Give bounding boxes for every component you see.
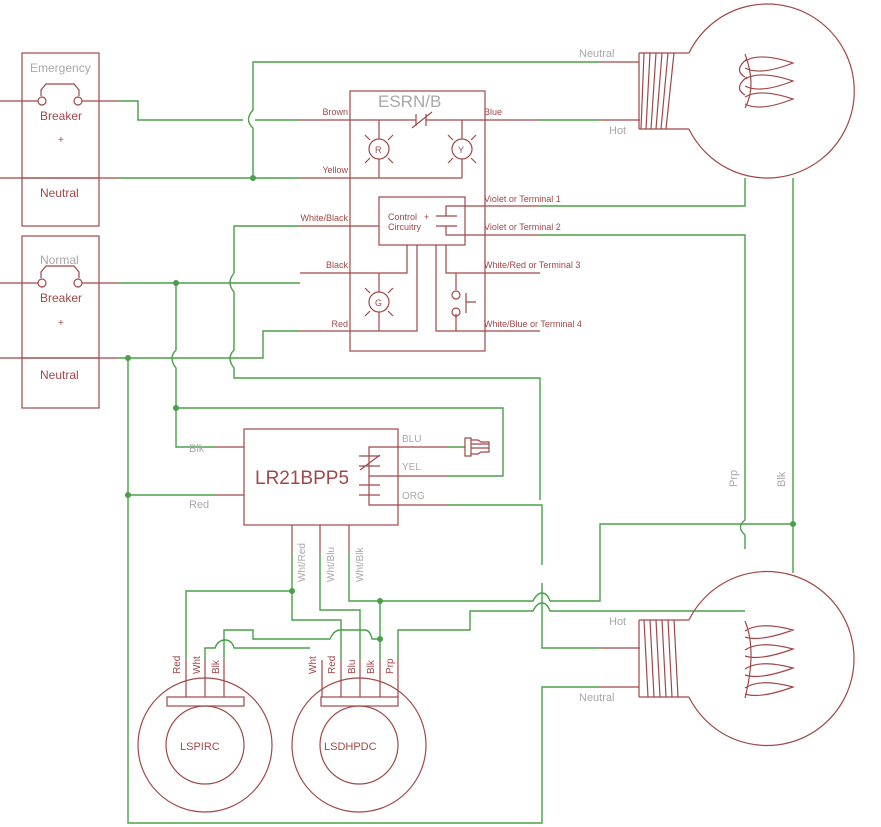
svg-text:+: + xyxy=(58,135,64,146)
svg-text:YEL: YEL xyxy=(402,462,421,473)
wire-prp-to-lamp xyxy=(397,602,745,660)
terminal-icon xyxy=(37,96,47,106)
wire-org xyxy=(448,504,600,649)
normal-breaker: Normal Breaker + Neutral xyxy=(0,235,118,409)
lead-label: Yellow xyxy=(322,165,348,175)
terminal-icon xyxy=(73,96,83,106)
lead-label: White/Blue or Terminal 4 xyxy=(484,319,582,329)
svg-text:+: + xyxy=(58,318,64,329)
relay-lr21bpp5: LR21BPP5 Blk Red BLU YEL ORG Wht/Red Wht… xyxy=(189,428,490,582)
esrn-module: ESRN/B R Y Control + Circuitry G Brown Y… xyxy=(300,90,582,352)
junction-dot xyxy=(250,175,256,181)
svg-text:ORG: ORG xyxy=(402,491,425,502)
filament-icon xyxy=(744,620,795,699)
wire-red xyxy=(118,330,300,359)
breaker-arc-icon xyxy=(40,265,80,278)
svg-text:Prp: Prp xyxy=(385,658,396,674)
svg-text:Neutral: Neutral xyxy=(579,692,614,704)
lead-label: Violet or Terminal 1 xyxy=(484,194,561,204)
wire-nut-icon xyxy=(464,437,490,457)
svg-text:Control: Control xyxy=(388,212,417,222)
lead-label: Red xyxy=(331,319,348,329)
pushbutton-icon xyxy=(451,290,461,300)
breaker-label: Breaker xyxy=(40,291,82,305)
svg-text:Wht/Blu: Wht/Blu xyxy=(326,547,337,582)
wire-wht-blk xyxy=(348,523,793,602)
breaker-name: Emergency xyxy=(30,61,91,75)
wire-label-prp: Prp xyxy=(728,470,740,487)
svg-text:Wht/Red: Wht/Red xyxy=(297,543,308,582)
lead-label: White/Black xyxy=(300,213,348,223)
terminal-icon xyxy=(73,278,83,288)
svg-text:Blu: Blu xyxy=(347,660,358,674)
terminal-icon xyxy=(37,278,47,288)
wire-normal-hot-drop xyxy=(171,283,215,448)
breaker-arc-icon xyxy=(40,83,80,96)
lead-label: Brown xyxy=(322,107,348,117)
svg-text:Red: Red xyxy=(172,656,183,674)
neutral-label: Neutral xyxy=(40,368,79,382)
svg-text:Red: Red xyxy=(327,656,338,674)
lead-label: Black xyxy=(326,260,349,270)
bulb-icon xyxy=(688,570,855,747)
emergency-breaker: Emergency Breaker + Neutral xyxy=(0,52,118,227)
wire-wht-red xyxy=(185,553,293,660)
breaker-label: Breaker xyxy=(40,109,82,123)
lead-label: Blue xyxy=(484,107,502,117)
svg-text:Wht: Wht xyxy=(192,656,203,674)
svg-text:Y: Y xyxy=(458,145,464,155)
bottom-lamp: Hot Neutral xyxy=(579,570,855,747)
svg-text:Hot: Hot xyxy=(609,125,626,137)
sensor-lspirc: LSPIRC Red Wht Blk xyxy=(137,656,273,813)
lead-label: White/Red or Terminal 3 xyxy=(484,260,580,270)
bulb-icon xyxy=(688,3,855,179)
neutral-label: Neutral xyxy=(40,186,79,200)
svg-text:Blk: Blk xyxy=(189,443,205,455)
svg-text:Wht/Blk: Wht/Blk xyxy=(355,547,366,582)
breaker-name: Normal xyxy=(40,253,79,267)
top-lamp: Neutral Hot xyxy=(579,3,855,179)
svg-text:Wht: Wht xyxy=(308,656,319,674)
wire-violet-1 xyxy=(540,178,746,207)
filament-icon xyxy=(738,53,795,109)
relay-title: LR21BPP5 xyxy=(255,468,349,489)
wire-wht-red-2 xyxy=(291,591,342,660)
wiring-diagram: Emergency Breaker + Neutral Normal Break… xyxy=(0,3,855,824)
esrn-title: ESRN/B xyxy=(378,92,441,111)
svg-text:Neutral: Neutral xyxy=(579,48,614,60)
wire-sensor-link xyxy=(223,629,380,660)
lead-label: Violet or Terminal 2 xyxy=(484,222,561,232)
svg-text:+: + xyxy=(424,212,429,222)
sensor-name: LSPIRC xyxy=(180,741,220,753)
sensor-name: LSDHPDC xyxy=(324,741,377,753)
svg-text:R: R xyxy=(375,145,382,155)
svg-text:G: G xyxy=(375,298,382,308)
svg-text:BLU: BLU xyxy=(402,434,421,445)
svg-text:Blk: Blk xyxy=(211,659,222,674)
bulb-base-icon xyxy=(643,619,679,698)
svg-text:Red: Red xyxy=(189,499,209,511)
wire-emergency-hot xyxy=(118,100,300,121)
wire-to-yel xyxy=(176,407,504,477)
wire-sensor-link-2 xyxy=(204,639,310,660)
svg-text:Circuitry: Circuitry xyxy=(388,222,421,232)
svg-text:Hot: Hot xyxy=(609,616,626,628)
sensor-lsdhpdc: LSDHPDC Wht Red Blu Blk Prp xyxy=(291,656,427,813)
wire-violet-2 xyxy=(540,234,746,549)
svg-text:Blk: Blk xyxy=(366,659,377,674)
wire-label-blk: Blk xyxy=(776,471,788,487)
bulb-base-icon xyxy=(640,52,675,130)
